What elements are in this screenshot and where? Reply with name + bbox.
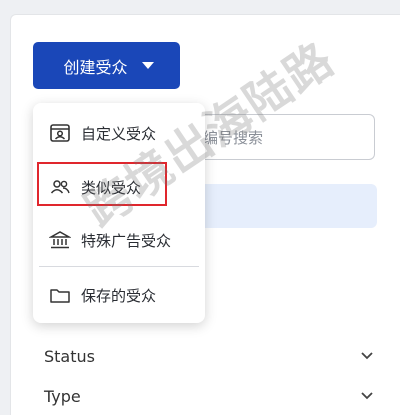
menu-item-special-ad-audience[interactable]: 特殊广告受众 xyxy=(33,220,205,260)
caret-down-icon xyxy=(141,62,154,69)
search-input[interactable]: 编号搜索 xyxy=(195,114,375,160)
highlight-box xyxy=(37,162,167,206)
menu-item-custom-audience[interactable]: 自定义受众 xyxy=(33,113,205,153)
folder-icon xyxy=(50,289,70,303)
search-placeholder: 编号搜索 xyxy=(203,128,264,147)
menu-item-label: 自定义受众 xyxy=(81,124,157,143)
menu-item-label: 特殊广告受众 xyxy=(81,231,172,250)
filter-type[interactable]: Type xyxy=(44,384,374,408)
chevron-down-icon xyxy=(361,392,373,400)
menu-item-saved-audience[interactable]: 保存的受众 xyxy=(33,275,205,315)
info-banner xyxy=(195,184,377,228)
create-audience-label: 创建受众 xyxy=(63,57,128,77)
chevron-down-icon xyxy=(361,352,373,360)
bank-icon xyxy=(49,231,71,249)
create-audience-button[interactable]: 创建受众 xyxy=(33,42,180,89)
portrait-card-icon xyxy=(50,124,70,142)
filter-label: Status xyxy=(44,346,95,366)
filter-status[interactable]: Status xyxy=(44,344,374,368)
menu-divider xyxy=(39,266,199,267)
filter-label: Type xyxy=(44,386,81,406)
create-audience-dropdown: 自定义受众 类似受众 特殊广告受众 保存的受众 xyxy=(33,103,205,323)
menu-item-label: 保存的受众 xyxy=(81,286,157,305)
